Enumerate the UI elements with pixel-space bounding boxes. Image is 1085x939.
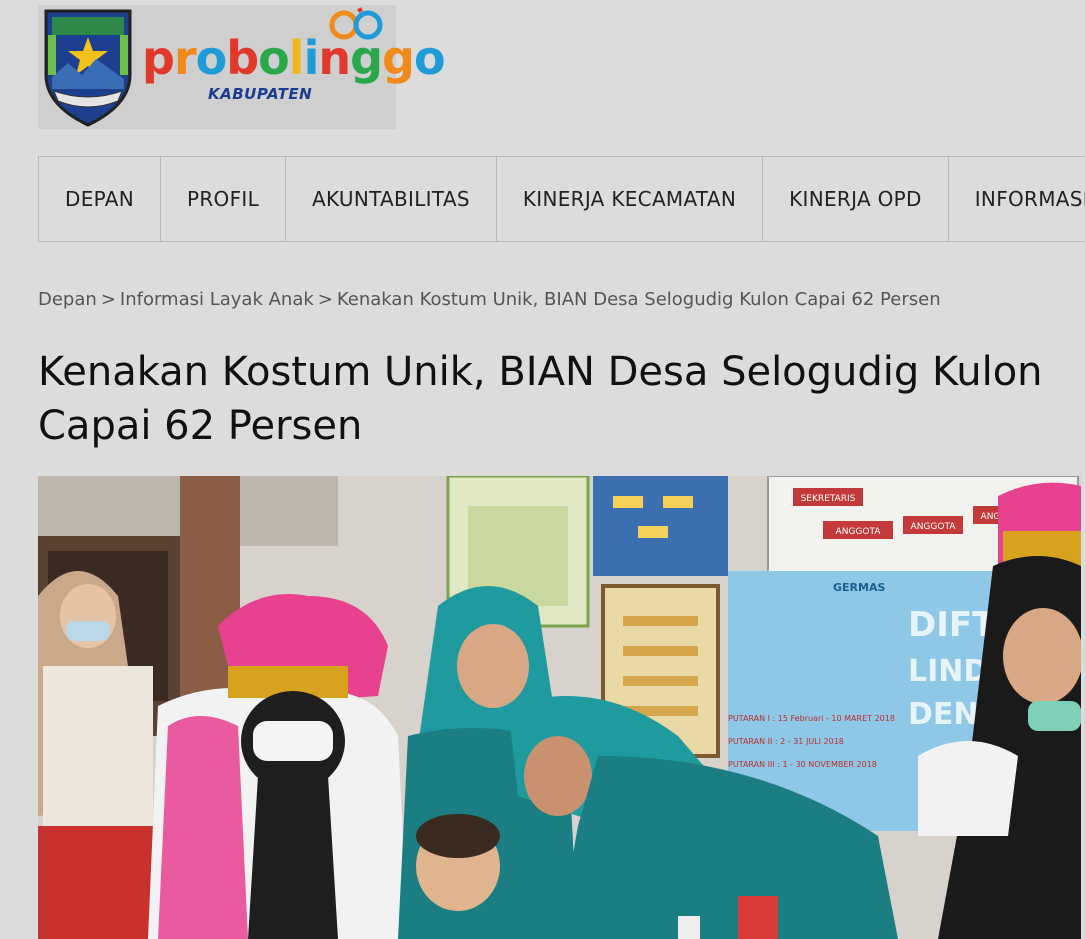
nav-item-profil[interactable]: PROFIL bbox=[161, 157, 287, 241]
coat-of-arms-icon bbox=[44, 9, 132, 127]
bottle bbox=[678, 916, 700, 939]
nav-item-depan[interactable]: DEPAN bbox=[39, 157, 161, 241]
page: probolinggo KABUPATEN DEPAN PROFIL AKUNT… bbox=[0, 0, 1085, 939]
nav-item-kinerja-kecamatan[interactable]: KINERJA KECAMATAN bbox=[497, 157, 764, 241]
breadcrumb: Depan > Informasi Layak Anak > Kenakan Kostu… bbox=[38, 289, 941, 310]
article-featured-image[interactable]: SEKRETARIS ANGGOTA ANGGOTA ANGGOTA DIFTE… bbox=[38, 476, 1081, 939]
org-chart-box-label: ANGGOTA bbox=[911, 522, 957, 532]
nav-item-akuntabilitas[interactable]: AKUNTABILITAS bbox=[286, 157, 497, 241]
poster-line: PUTARAN I : 15 Februari - 10 MARET 2018 bbox=[728, 714, 895, 723]
breadcrumb-current: Kenakan Kostum Unik, BIAN Desa Selogudig… bbox=[336, 289, 941, 310]
breadcrumb-separator: > bbox=[317, 289, 333, 310]
site-logo[interactable]: probolinggo KABUPATEN bbox=[38, 5, 446, 129]
poster-brand: GERMAS bbox=[833, 581, 885, 594]
anniversary-badge-icon bbox=[329, 7, 383, 40]
nav-item-kinerja-opd[interactable]: KINERJA OPD bbox=[763, 157, 949, 241]
org-chart-box-label: SEKRETARIS bbox=[801, 494, 856, 504]
sanitizer-bottle bbox=[738, 896, 778, 939]
breadcrumb-home-link[interactable]: Depan bbox=[38, 289, 97, 310]
breadcrumb-category-link[interactable]: Informasi Layak Anak bbox=[120, 289, 314, 310]
nav-item-informasi[interactable]: INFORMASI bbox=[949, 157, 1085, 241]
main-nav: DEPAN PROFIL AKUNTABILITAS KINERJA KECAM… bbox=[38, 156, 1085, 242]
org-chart-box-label: ANGGOTA bbox=[836, 527, 882, 537]
breadcrumb-separator: > bbox=[100, 289, 116, 310]
logo-wordmark: probolinggo bbox=[142, 31, 446, 85]
poster-line: PUTARAN II : 2 - 31 JULI 2018 bbox=[728, 737, 844, 746]
article-title: Kenakan Kostum Unik, BIAN Desa Selogudig… bbox=[38, 349, 1043, 449]
photo-scene: SEKRETARIS ANGGOTA ANGGOTA ANGGOTA DIFTE… bbox=[38, 476, 1081, 939]
poster-line: PUTARAN III : 1 - 30 NOVEMBER 2018 bbox=[728, 760, 877, 769]
logo-subtitle: KABUPATEN bbox=[208, 85, 313, 103]
